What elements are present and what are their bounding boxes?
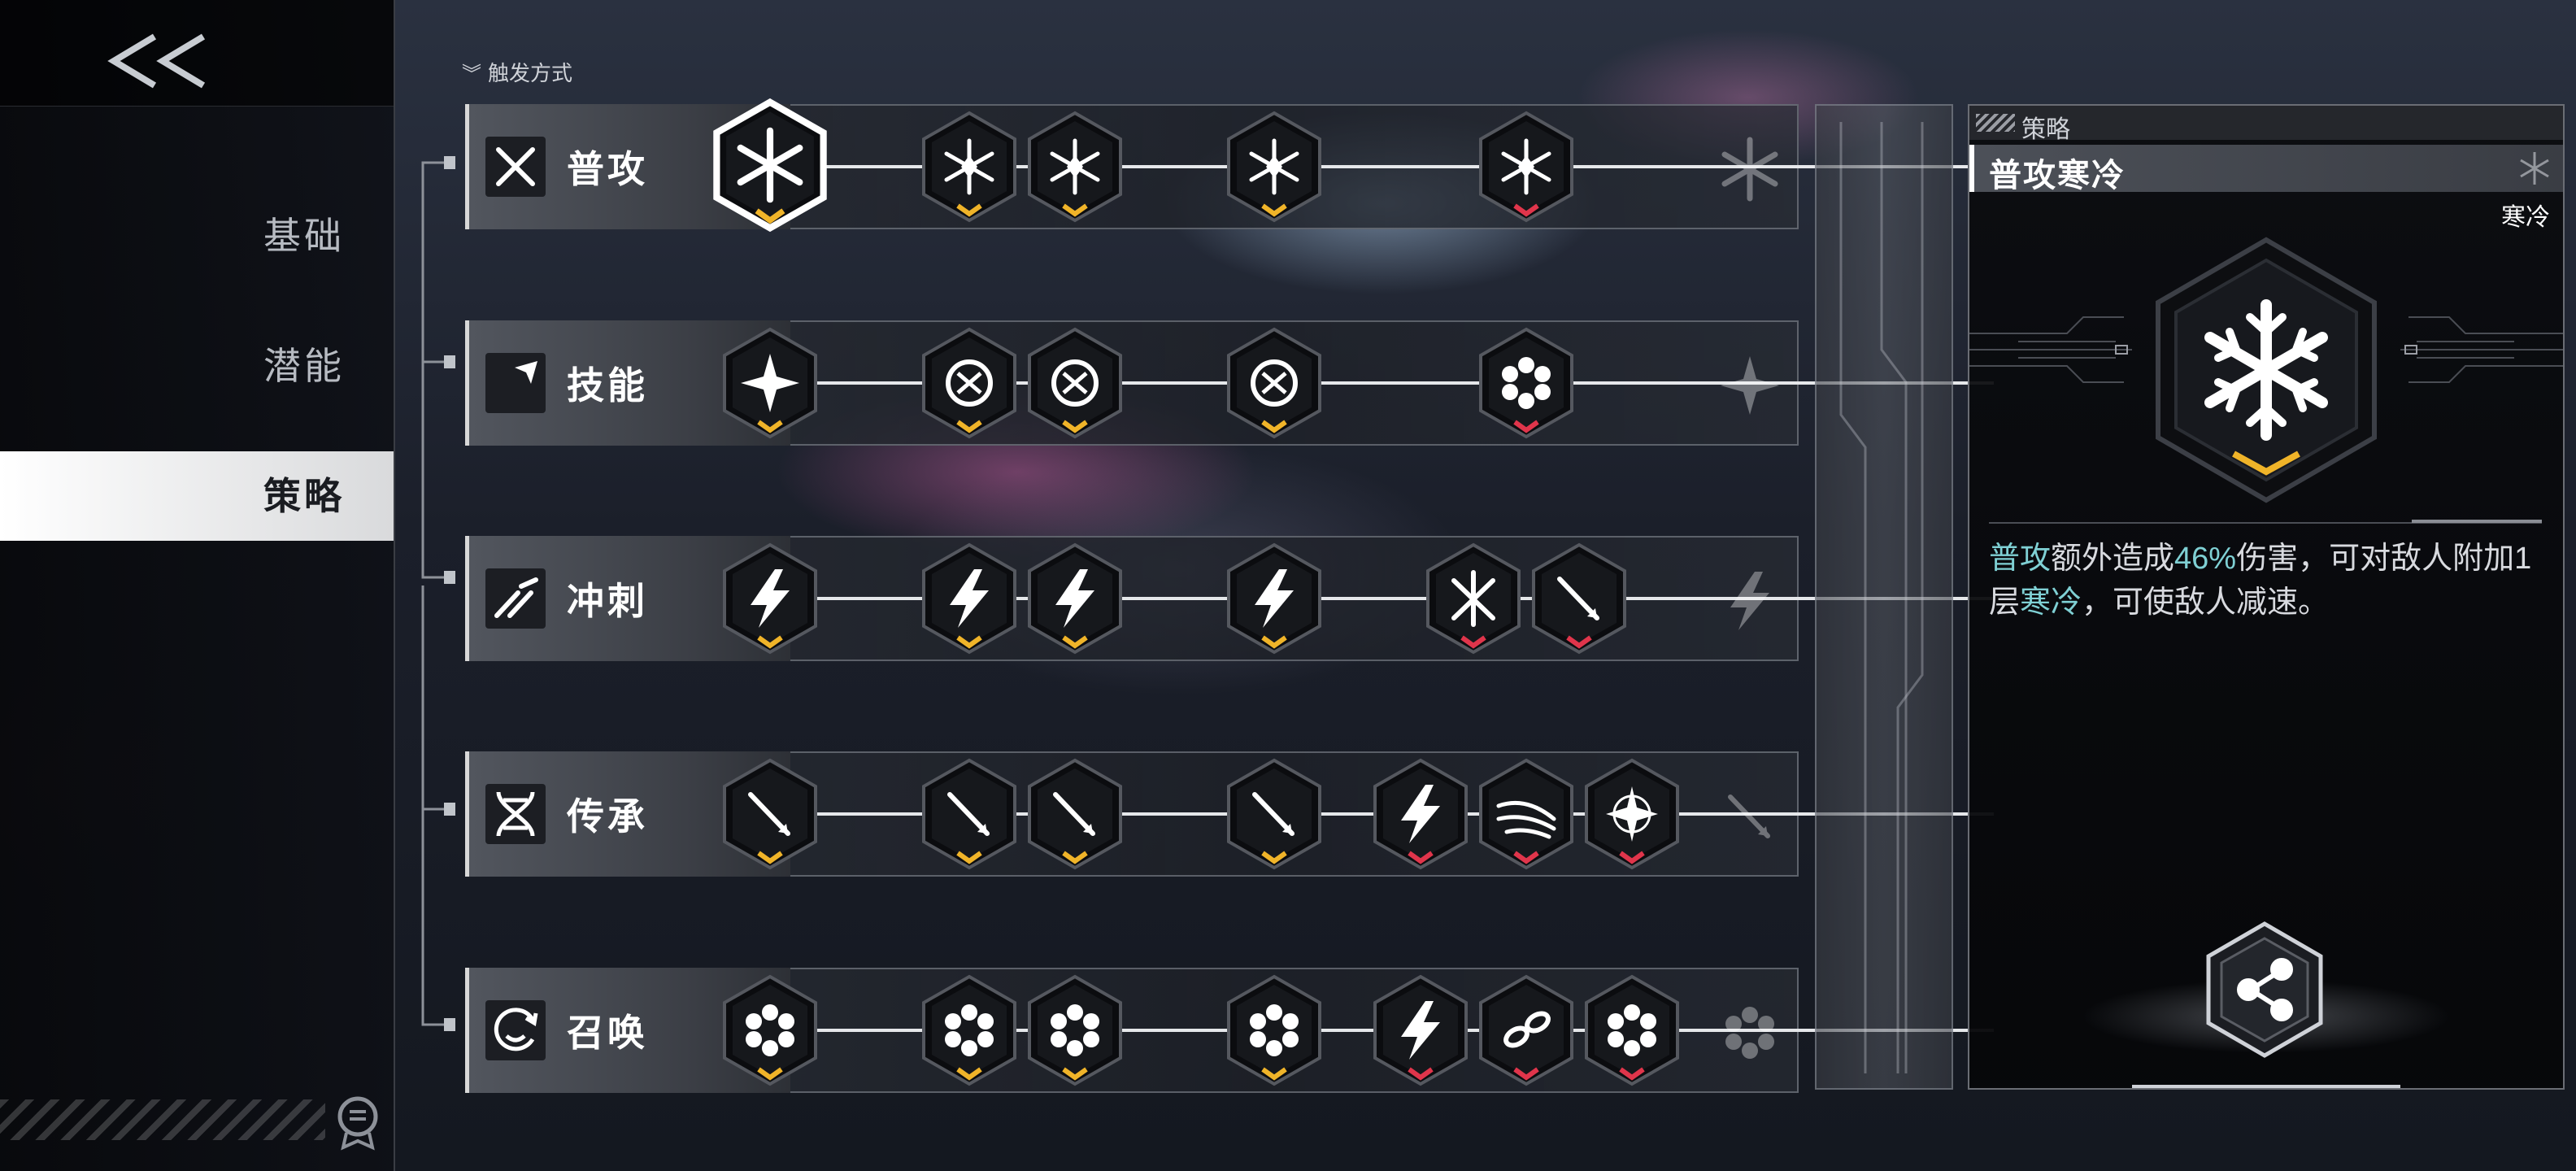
element-tag: 寒冷 [2501,204,2550,231]
strategy-node-wings-icon[interactable] [1474,755,1578,873]
strategy-node-lightning-icon[interactable] [1368,755,1473,873]
bottom-indicator [2132,1085,2400,1088]
row-label: 技能 [567,364,648,407]
strategy-node-spear-icon[interactable] [1222,755,1326,873]
detail-header: 策略 [1969,106,2563,143]
strategy-node-vortex-icon[interactable] [1023,324,1127,442]
strategy-node-vortex-icon[interactable] [1222,324,1326,442]
strategy-node-vortex-icon[interactable] [917,324,1021,442]
ghost-snowflake-icon [1721,137,1778,202]
decorative-divider-panel [1815,104,1953,1090]
strategy-node-chain-icon[interactable] [1474,972,1578,1089]
strategy-node-ice-crystal-icon[interactable] [1222,108,1326,225]
back-button[interactable] [98,16,228,106]
nav-item-strategy[interactable]: 策略 [0,451,394,541]
sidebar: 基础 潜能 策略 [0,0,395,1171]
desc-text-3: ，可使敌人减速。 [2082,586,2330,620]
strategy-node-flower-icon[interactable] [718,972,822,1089]
strategy-node-flower-icon[interactable] [1023,972,1127,1089]
strategy-node-flower-icon[interactable] [1580,972,1684,1089]
strategy-node-ice-crystal-icon[interactable] [1474,108,1578,225]
strategy-node-spear-icon[interactable] [1023,755,1127,873]
share-button[interactable] [2204,921,2326,1059]
strategy-node-spear-icon[interactable] [718,755,822,873]
strategy-node-lightning-icon[interactable] [1222,540,1326,657]
strategy-row-legacy: 传承 [465,751,1994,877]
detail-title: 普攻寒冷 [1989,158,2126,194]
row-label: 召唤 [567,1012,648,1054]
strategy-detail-panel: 策略 普攻寒冷 寒冷 普攻额外造成46%伤害，可对敌人附加1层寒冷，可使敌人减速… [1968,104,2565,1090]
hazard-stripes [0,1099,325,1140]
double-chevron-left-icon [107,33,206,89]
keyword-damage-value: 46% [2174,542,2237,576]
dash-icon [485,568,546,629]
ghost-flower-icon [1725,1007,1774,1059]
strategy-node-lightning-icon[interactable] [1023,540,1127,657]
crossed-swords-icon [485,137,546,197]
ghost-spear-icon [1728,794,1770,838]
keyword-chill: 寒冷 [2020,586,2082,620]
strategy-node-ice-crystal-icon[interactable] [917,108,1021,225]
ghost-lightning-icon [1730,572,1769,630]
summon-circle-icon [485,1000,546,1060]
strategy-node-star-icon[interactable] [1580,755,1684,873]
strategy-row-dash: 冲刺 [465,536,1994,661]
strategy-row-skill: 技能 [465,320,1994,446]
strategy-node-flower-icon[interactable] [1474,324,1578,442]
circuit-decoration-right [2400,316,2563,383]
strategy-row-attack: 普攻 [465,98,1994,233]
nav-item-base[interactable]: 基础 [0,191,394,281]
detail-header-label: 策略 [2021,116,2070,143]
trigger-method-label: ︾ 触发方式 [462,57,572,87]
trigger-text: 触发方式 [488,61,573,85]
strategy-node-ice-crystal-icon[interactable] [1023,108,1127,225]
strategy-node-snowflake-icon[interactable] [709,96,831,234]
scroll-badge-icon[interactable] [333,1094,382,1151]
strategy-node-lightning-icon[interactable] [917,540,1021,657]
snowflake-icon [2156,237,2377,503]
strategy-node-lightning-icon[interactable] [1368,972,1473,1089]
row-label: 冲刺 [567,580,648,622]
row-label: 传承 [567,795,648,838]
desc-text-1: 额外造成 [2051,542,2175,576]
keyword-normal-attack: 普攻 [1989,542,2052,576]
strategy-node-flower-icon[interactable] [917,972,1021,1089]
strategy-row-summon: 召唤 [465,968,1994,1093]
nav-item-potential[interactable]: 潜能 [0,321,394,411]
separator [1989,520,2542,524]
row-label: 普攻 [567,148,648,190]
strategy-node-spear-icon[interactable] [917,755,1021,873]
ghost-shuriken-icon [1721,356,1779,415]
strategy-node-flower-icon[interactable] [1222,972,1326,1089]
header-stripes [1976,114,2015,132]
tree-connector [421,156,455,1031]
strategy-node-spear-icon[interactable] [1527,540,1631,657]
strategy-node-lightning-icon[interactable] [718,540,822,657]
snowflake-icon [2520,152,2549,185]
circuit-decoration-left [1969,316,2132,383]
strategy-node-shuriken-icon[interactable] [718,324,822,442]
dna-icon [485,784,546,844]
arrow-strike-icon [485,353,546,413]
strategy-node-burst-icon[interactable] [1421,540,1525,657]
detail-description: 普攻额外造成46%伤害，可对敌人附加1层寒冷，可使敌人减速。 [1989,537,2550,625]
detail-titlebar: 普攻寒冷 [1969,145,2563,194]
